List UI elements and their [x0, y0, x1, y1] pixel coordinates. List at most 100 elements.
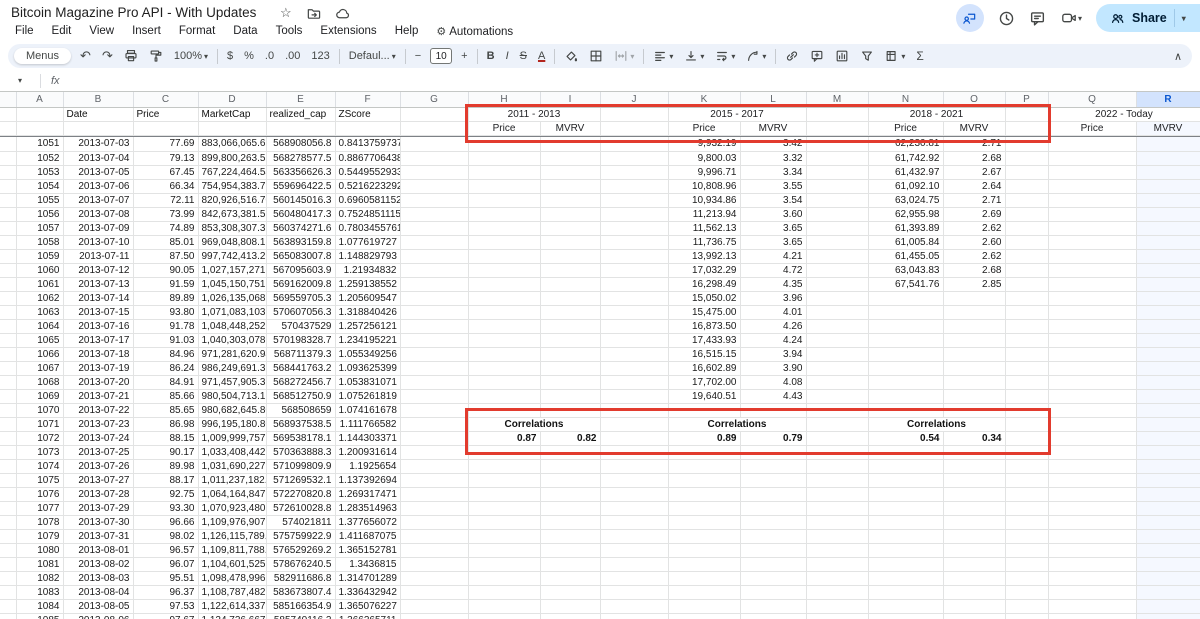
filter-icon[interactable]: [858, 49, 876, 63]
insert-link-icon[interactable]: [783, 49, 801, 63]
cell-marketcap[interactable]: 971,457,905.37: [198, 375, 266, 389]
cell-zscore[interactable]: 1.234195221: [335, 333, 400, 347]
cell-index[interactable]: 1085: [16, 613, 63, 619]
cell-2011-mvrv[interactable]: [540, 599, 600, 613]
cell-2022-mvrv[interactable]: [1136, 543, 1200, 557]
cell-2022-mvrv[interactable]: [1136, 375, 1200, 389]
cell-2015-mvrv[interactable]: [740, 403, 806, 417]
cell-2015-mvrv[interactable]: 3.60: [740, 207, 806, 221]
column-header-C[interactable]: C: [133, 92, 198, 107]
column-header-G[interactable]: G: [400, 92, 468, 107]
paint-format-icon[interactable]: [147, 49, 165, 63]
section-price-header[interactable]: Price: [468, 121, 540, 135]
section-range-header[interactable]: 2022 - Today: [1048, 107, 1200, 121]
cell-2022-price[interactable]: [1048, 543, 1136, 557]
cell-2015-mvrv[interactable]: 3.54: [740, 193, 806, 207]
cell-2011-price[interactable]: [468, 571, 540, 585]
cell-empty[interactable]: [1005, 417, 1048, 431]
cell-empty[interactable]: [1005, 151, 1048, 165]
cell-marketcap[interactable]: 1,031,690,227.2: [198, 459, 266, 473]
cell-empty[interactable]: [1005, 193, 1048, 207]
functions-button[interactable]: Σ: [914, 49, 925, 63]
cell-empty[interactable]: [400, 179, 468, 193]
cell-empty[interactable]: [400, 151, 468, 165]
cell-gutter[interactable]: [0, 543, 16, 557]
cell-zscore[interactable]: 1.111766582: [335, 417, 400, 431]
cell-zscore[interactable]: 1.365152781: [335, 543, 400, 557]
cell-2015-mvrv[interactable]: [740, 543, 806, 557]
cell-2011-price[interactable]: [468, 473, 540, 487]
cell-empty[interactable]: [400, 333, 468, 347]
cell-empty[interactable]: [400, 585, 468, 599]
cell-2018-mvrv[interactable]: 2.69: [943, 207, 1005, 221]
cell-empty[interactable]: [1005, 501, 1048, 515]
cell-date[interactable]: 2013-07-12: [63, 263, 133, 277]
cell-2022-mvrv[interactable]: [1136, 221, 1200, 235]
cell-2011-mvrv[interactable]: [540, 207, 600, 221]
cell-empty[interactable]: [400, 221, 468, 235]
cell-index[interactable]: 1073: [16, 445, 63, 459]
cell-index[interactable]: 1051: [16, 137, 63, 151]
cell-index[interactable]: 1074: [16, 459, 63, 473]
cell-marketcap[interactable]: 997,742,413.22: [198, 249, 266, 263]
cell-empty[interactable]: [1005, 137, 1048, 151]
cell-2022-price[interactable]: [1048, 319, 1136, 333]
print-icon[interactable]: [122, 49, 140, 63]
cell-2011-price[interactable]: [468, 529, 540, 543]
cell-2022-price[interactable]: [1048, 333, 1136, 347]
cell-2018-price[interactable]: [868, 459, 943, 473]
cell-price[interactable]: 85.01: [133, 235, 198, 249]
cell-2015-price[interactable]: 11,213.94: [668, 207, 740, 221]
decrease-decimal-button[interactable]: .0: [263, 50, 276, 62]
cell-2022-price[interactable]: [1048, 445, 1136, 459]
cell-2015-price[interactable]: 10,934.86: [668, 193, 740, 207]
cell-2018-mvrv[interactable]: [943, 515, 1005, 529]
cell-empty[interactable]: [806, 179, 868, 193]
menu-insert[interactable]: Insert: [125, 24, 168, 39]
cell-2011-mvrv[interactable]: [540, 543, 600, 557]
cell-zscore[interactable]: 1.075261819: [335, 389, 400, 403]
cell-2018-mvrv[interactable]: [943, 305, 1005, 319]
name-box[interactable]: ▾: [0, 76, 40, 85]
cell-gutter[interactable]: [0, 333, 16, 347]
cell-empty[interactable]: [806, 445, 868, 459]
cell-empty[interactable]: [400, 501, 468, 515]
cell-price[interactable]: 93.80: [133, 305, 198, 319]
cell-2018-mvrv[interactable]: [943, 389, 1005, 403]
cell-gutter[interactable]: [0, 179, 16, 193]
cell-empty[interactable]: [1005, 473, 1048, 487]
cell-index[interactable]: 1068: [16, 375, 63, 389]
cell-empty[interactable]: [806, 347, 868, 361]
comments-icon[interactable]: [1029, 10, 1046, 27]
cell-empty[interactable]: [806, 515, 868, 529]
cell-2011-price[interactable]: [468, 235, 540, 249]
cell-2015-mvrv[interactable]: 3.42: [740, 137, 806, 151]
cell-empty[interactable]: [806, 305, 868, 319]
cell-2018-price[interactable]: 61,005.84: [868, 235, 943, 249]
cell-marketcap[interactable]: 1,026,135,068.3: [198, 291, 266, 305]
cell-date[interactable]: 2013-07-29: [63, 501, 133, 515]
column-header-J[interactable]: J: [600, 92, 668, 107]
cell-empty[interactable]: [806, 207, 868, 221]
cell-index[interactable]: 1053: [16, 165, 63, 179]
cell-empty[interactable]: [400, 543, 468, 557]
cell-date[interactable]: 2013-07-20: [63, 375, 133, 389]
cell-2011-mvrv[interactable]: [540, 585, 600, 599]
cell-empty[interactable]: [806, 291, 868, 305]
cell-realized-cap[interactable]: 570198328.7: [266, 333, 335, 347]
column-header-R[interactable]: R: [1136, 92, 1200, 107]
cell-2011-mvrv[interactable]: [540, 613, 600, 619]
font-size-input[interactable]: 10: [430, 48, 452, 64]
cell-empty[interactable]: [600, 585, 668, 599]
cell-marketcap[interactable]: 996,195,180.80: [198, 417, 266, 431]
cell-price[interactable]: 91.03: [133, 333, 198, 347]
cell-price[interactable]: 89.89: [133, 291, 198, 305]
cell-index[interactable]: 1069: [16, 389, 63, 403]
cell-zscore[interactable]: 1.205609547: [335, 291, 400, 305]
cell-2011-mvrv[interactable]: [540, 501, 600, 515]
cell-realized-cap[interactable]: 568937538.5: [266, 417, 335, 431]
cell-2018-mvrv[interactable]: [943, 361, 1005, 375]
cell-2018-mvrv[interactable]: [943, 501, 1005, 515]
cell-2022-price[interactable]: [1048, 221, 1136, 235]
cell-empty[interactable]: [600, 403, 668, 417]
